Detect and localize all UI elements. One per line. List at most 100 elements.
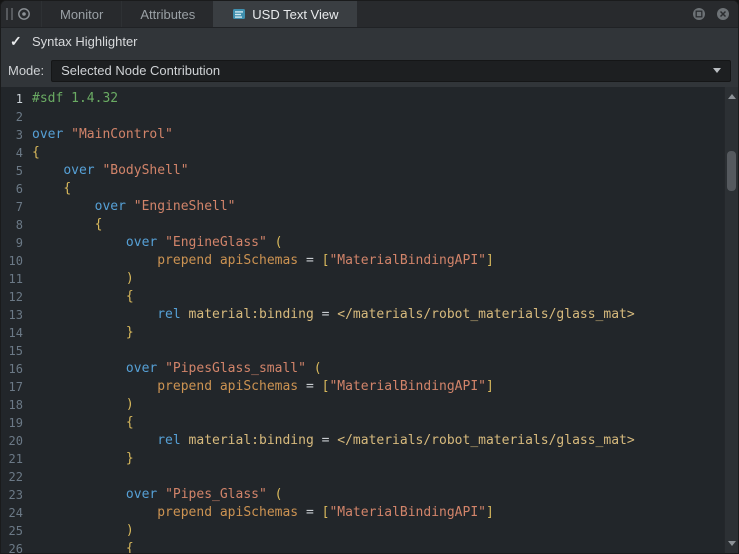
line-number: 19 xyxy=(1,414,23,432)
line-number: 25 xyxy=(1,522,23,540)
line-text: rel material:binding = </materials/robot… xyxy=(23,432,635,450)
code-line: 8 { xyxy=(1,216,738,234)
mode-row: Mode: Selected Node Contribution xyxy=(1,54,738,87)
line-number: 14 xyxy=(1,324,23,342)
line-text: { xyxy=(23,288,134,306)
line-text: over "EngineGlass" ( xyxy=(23,234,282,252)
line-text: over "BodyShell" xyxy=(23,162,189,180)
line-number: 13 xyxy=(1,306,23,324)
code-line: 10 prepend apiSchemas = ["MaterialBindin… xyxy=(1,252,738,270)
dock-options-icon[interactable] xyxy=(688,3,710,25)
tab-bar: Monitor Attributes USD Text View xyxy=(1,1,738,28)
code-line: 22 xyxy=(1,468,738,486)
code-line: 3over "MainControl" xyxy=(1,126,738,144)
line-number: 7 xyxy=(1,198,23,216)
code-line: 7 over "EngineShell" xyxy=(1,198,738,216)
panel-menu-icon[interactable] xyxy=(13,3,35,25)
code-line: 4{ xyxy=(1,144,738,162)
code-line: 6 { xyxy=(1,180,738,198)
line-number: 5 xyxy=(1,162,23,180)
tab-monitor[interactable]: Monitor xyxy=(41,1,121,27)
line-text: ) xyxy=(23,396,134,414)
line-text: over "MainControl" xyxy=(23,126,173,144)
line-number: 23 xyxy=(1,486,23,504)
syntax-highlighter-checkbox[interactable]: ✓ xyxy=(10,34,26,48)
vertical-scrollbar[interactable] xyxy=(724,87,738,553)
line-text: #sdf 1.4.32 xyxy=(23,90,118,108)
line-text xyxy=(23,108,32,126)
line-text: ) xyxy=(23,522,134,540)
drag-grip-icon[interactable] xyxy=(6,8,13,20)
mode-label: Mode: xyxy=(8,63,44,78)
close-icon[interactable] xyxy=(712,3,734,25)
tabbar-actions xyxy=(688,3,734,25)
code-line: 14 } xyxy=(1,324,738,342)
code-line: 24 prepend apiSchemas = ["MaterialBindin… xyxy=(1,504,738,522)
code-line: 15 xyxy=(1,342,738,360)
code-line: 13 rel material:binding = </materials/ro… xyxy=(1,306,738,324)
code-line: 18 ) xyxy=(1,396,738,414)
line-text: over "EngineShell" xyxy=(23,198,236,216)
code-line: 11 ) xyxy=(1,270,738,288)
mode-dropdown[interactable]: Selected Node Contribution xyxy=(51,60,731,82)
tabbar-spacer xyxy=(357,1,688,27)
line-text: } xyxy=(23,450,134,468)
line-number: 21 xyxy=(1,450,23,468)
line-number: 16 xyxy=(1,360,23,378)
scroll-down-button[interactable] xyxy=(725,536,738,550)
scrollbar-thumb[interactable] xyxy=(727,151,736,191)
code-editor[interactable]: 1#sdf 1.4.3223over "MainControl"4{5 over… xyxy=(1,87,738,553)
line-text: prepend apiSchemas = ["MaterialBindingAP… xyxy=(23,504,494,522)
line-number: 2 xyxy=(1,108,23,126)
line-text: prepend apiSchemas = ["MaterialBindingAP… xyxy=(23,252,494,270)
line-number: 6 xyxy=(1,180,23,198)
line-number: 18 xyxy=(1,396,23,414)
code-line: 12 { xyxy=(1,288,738,306)
usd-text-view-panel: Monitor Attributes USD Text View xyxy=(0,0,739,554)
line-text: { xyxy=(23,414,134,432)
line-text: over "PipesGlass_small" ( xyxy=(23,360,322,378)
code-line: 1#sdf 1.4.32 xyxy=(1,90,738,108)
line-text: { xyxy=(23,144,40,162)
line-text: rel material:binding = </materials/robot… xyxy=(23,306,635,324)
line-number: 8 xyxy=(1,216,23,234)
tab-label: Attributes xyxy=(140,7,195,22)
line-number: 26 xyxy=(1,540,23,553)
code-line: 21 } xyxy=(1,450,738,468)
code-lines: 1#sdf 1.4.3223over "MainControl"4{5 over… xyxy=(1,90,738,553)
line-number: 9 xyxy=(1,234,23,252)
line-text: { xyxy=(23,216,102,234)
line-number: 17 xyxy=(1,378,23,396)
code-line: 19 { xyxy=(1,414,738,432)
chevron-down-icon xyxy=(713,68,721,73)
tab-attributes[interactable]: Attributes xyxy=(121,1,213,27)
line-text xyxy=(23,468,32,486)
line-number: 11 xyxy=(1,270,23,288)
code-line: 17 prepend apiSchemas = ["MaterialBindin… xyxy=(1,378,738,396)
line-text: over "Pipes_Glass" ( xyxy=(23,486,282,504)
code-line: 20 rel material:binding = </materials/ro… xyxy=(1,432,738,450)
tab-usd-text-view[interactable]: USD Text View xyxy=(213,1,356,27)
code-line: 2 xyxy=(1,108,738,126)
line-text: { xyxy=(23,540,134,553)
code-line: 23 over "Pipes_Glass" ( xyxy=(1,486,738,504)
line-text: { xyxy=(23,180,71,198)
code-line: 5 over "BodyShell" xyxy=(1,162,738,180)
line-number: 10 xyxy=(1,252,23,270)
code-line: 26 { xyxy=(1,540,738,553)
line-number: 4 xyxy=(1,144,23,162)
scroll-up-button[interactable] xyxy=(725,89,738,103)
line-number: 12 xyxy=(1,288,23,306)
code-line: 16 over "PipesGlass_small" ( xyxy=(1,360,738,378)
line-number: 20 xyxy=(1,432,23,450)
line-number: 1 xyxy=(1,90,23,108)
tab-label: Monitor xyxy=(60,7,103,22)
line-number: 3 xyxy=(1,126,23,144)
tab-label: USD Text View xyxy=(252,7,338,22)
mode-selected-value: Selected Node Contribution xyxy=(61,63,220,78)
line-number: 15 xyxy=(1,342,23,360)
line-text: ) xyxy=(23,270,134,288)
options-row: ✓ Syntax Highlighter xyxy=(1,28,738,54)
code-line: 25 ) xyxy=(1,522,738,540)
syntax-highlighter-label: Syntax Highlighter xyxy=(32,34,138,49)
